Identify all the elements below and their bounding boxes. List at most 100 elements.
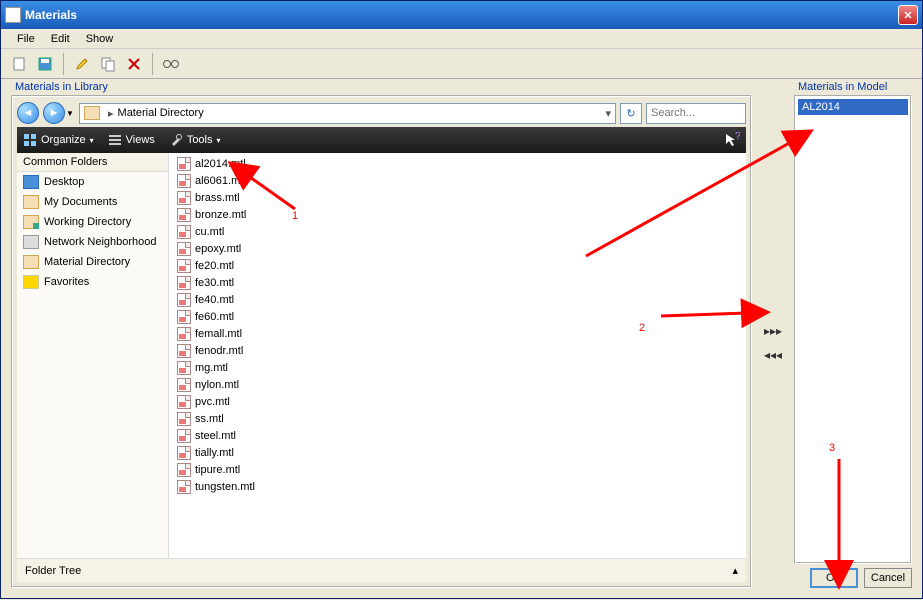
file-name: epoxy.mtl [195,243,241,255]
move-left-button[interactable]: ◂◂◂ [764,349,782,363]
toolbar [1,49,922,79]
folder-tree-bar[interactable]: Folder Tree ▴ [17,558,746,582]
file-item[interactable]: fenodr.mtl [175,342,265,359]
mtl-file-icon [177,208,191,222]
folder-icon [23,215,39,229]
file-item[interactable]: fe30.mtl [175,274,265,291]
toolbar-separator [152,53,153,75]
files-column: al2014.mtl al6061.mtl brass.mtl bronze.mtlc… [169,153,746,513]
save-button[interactable] [33,52,57,76]
file-item[interactable]: pvc.mtl [175,393,265,410]
file-name: tipure.mtl [195,464,240,476]
folder-label: Desktop [44,176,84,188]
model-list: AL2014 [794,95,912,564]
library-frame: ◄ ► ▼ ▸ Material Directory ▾ ↻ [11,95,752,588]
chevron-down-icon: ▾ [90,136,94,145]
search-input[interactable] [646,103,746,124]
new-button[interactable] [7,52,31,76]
folder-favorites[interactable]: Favorites [17,272,168,292]
nav-forward-button[interactable]: ► [43,102,65,124]
mtl-file-icon [177,446,191,460]
nav-back-button[interactable]: ◄ [17,102,39,124]
file-item[interactable]: mg.mtl [175,359,265,376]
folder-network[interactable]: Network Neighborhood [17,232,168,252]
refresh-button[interactable]: ↻ [620,103,642,124]
menu-file[interactable]: File [9,31,43,47]
file-item[interactable]: tipure.mtl [175,461,265,478]
file-name: pvc.mtl [195,396,230,408]
views-icon [108,133,122,147]
nav-dropdown[interactable]: ▼ [65,109,75,118]
file-item[interactable]: tially.mtl [175,444,265,461]
mtl-file-icon [177,480,191,494]
file-name: al2014.mtl [195,158,246,170]
views-menu[interactable]: Views [108,133,155,147]
pencil-button[interactable] [70,52,94,76]
menu-edit[interactable]: Edit [43,31,78,47]
mtl-file-icon [177,310,191,324]
model-item[interactable]: AL2014 [798,99,908,115]
ok-button[interactable]: OK [810,568,858,588]
folder-mydocs[interactable]: My Documents [17,192,168,212]
path-text: Material Directory [118,107,204,119]
file-item[interactable]: al6061.mtl [175,172,265,189]
close-button[interactable]: ✕ [898,5,918,25]
titlebar: Materials ✕ [1,1,922,29]
file-name: brass.mtl [195,192,240,204]
file-item[interactable]: fe60.mtl [175,308,265,325]
path-separator: ▸ [108,107,114,120]
mtl-file-icon [177,259,191,273]
mtl-file-icon [177,412,191,426]
path-dropdown[interactable]: ▾ [605,107,611,120]
file-item[interactable]: ss.mtl [175,410,265,427]
tools-icon [169,133,183,147]
tools-label: Tools [187,134,213,146]
file-item[interactable]: nylon.mtl [175,376,265,393]
folder-working[interactable]: Working Directory [17,212,168,232]
file-name: nylon.mtl [195,379,239,391]
file-item[interactable]: fe20.mtl [175,257,265,274]
copy-button[interactable] [96,52,120,76]
folder-label: Material Directory [44,256,130,268]
mtl-file-icon [177,395,191,409]
collapse-arrow-icon[interactable]: ▴ [732,564,738,577]
mtl-file-icon [177,344,191,358]
mtl-file-icon [177,191,191,205]
toolbar-separator [63,53,64,75]
app-icon [5,7,21,23]
cancel-button[interactable]: Cancel [864,568,912,588]
file-item[interactable]: fe40.mtl [175,291,265,308]
folder-icon [23,255,39,269]
mtl-file-icon [177,225,191,239]
file-item[interactable]: tungsten.mtl [175,478,265,495]
file-item[interactable]: bronze.mtl [175,206,265,223]
library-panel: Materials in Library ◄ ► ▼ ▸ Material Di… [11,79,752,588]
black-toolbar: Organize ▾ Views Tools ▾ ? [17,127,746,153]
move-right-button[interactable]: ▸▸▸ [764,325,782,339]
menu-show[interactable]: Show [78,31,122,47]
library-label: Materials in Library [11,79,752,95]
file-name: tially.mtl [195,447,234,459]
file-item[interactable]: steel.mtl [175,427,265,444]
organize-menu[interactable]: Organize ▾ [23,133,94,147]
folder-desktop[interactable]: Desktop [17,172,168,192]
file-item[interactable]: al2014.mtl [175,155,265,172]
tools-menu[interactable]: Tools ▾ [169,133,221,147]
folder-label: Network Neighborhood [44,236,157,248]
content-area: Materials in Library ◄ ► ▼ ▸ Material Di… [1,79,922,598]
file-name: steel.mtl [195,430,236,442]
mtl-file-icon [177,463,191,477]
delete-button[interactable] [122,52,146,76]
mtl-file-icon [177,276,191,290]
file-item[interactable]: femall.mtl [175,325,265,342]
file-item[interactable]: cu.mtl [175,223,265,240]
folder-icon [23,195,39,209]
file-item[interactable]: brass.mtl [175,189,265,206]
glasses-button[interactable] [159,52,183,76]
menubar: File Edit Show [1,29,922,49]
path-box[interactable]: ▸ Material Directory ▾ [79,103,616,124]
help-pointer-icon[interactable]: ? [724,132,740,148]
folder-label: My Documents [44,196,117,208]
folder-materialdir[interactable]: Material Directory [17,252,168,272]
file-item[interactable]: epoxy.mtl [175,240,265,257]
